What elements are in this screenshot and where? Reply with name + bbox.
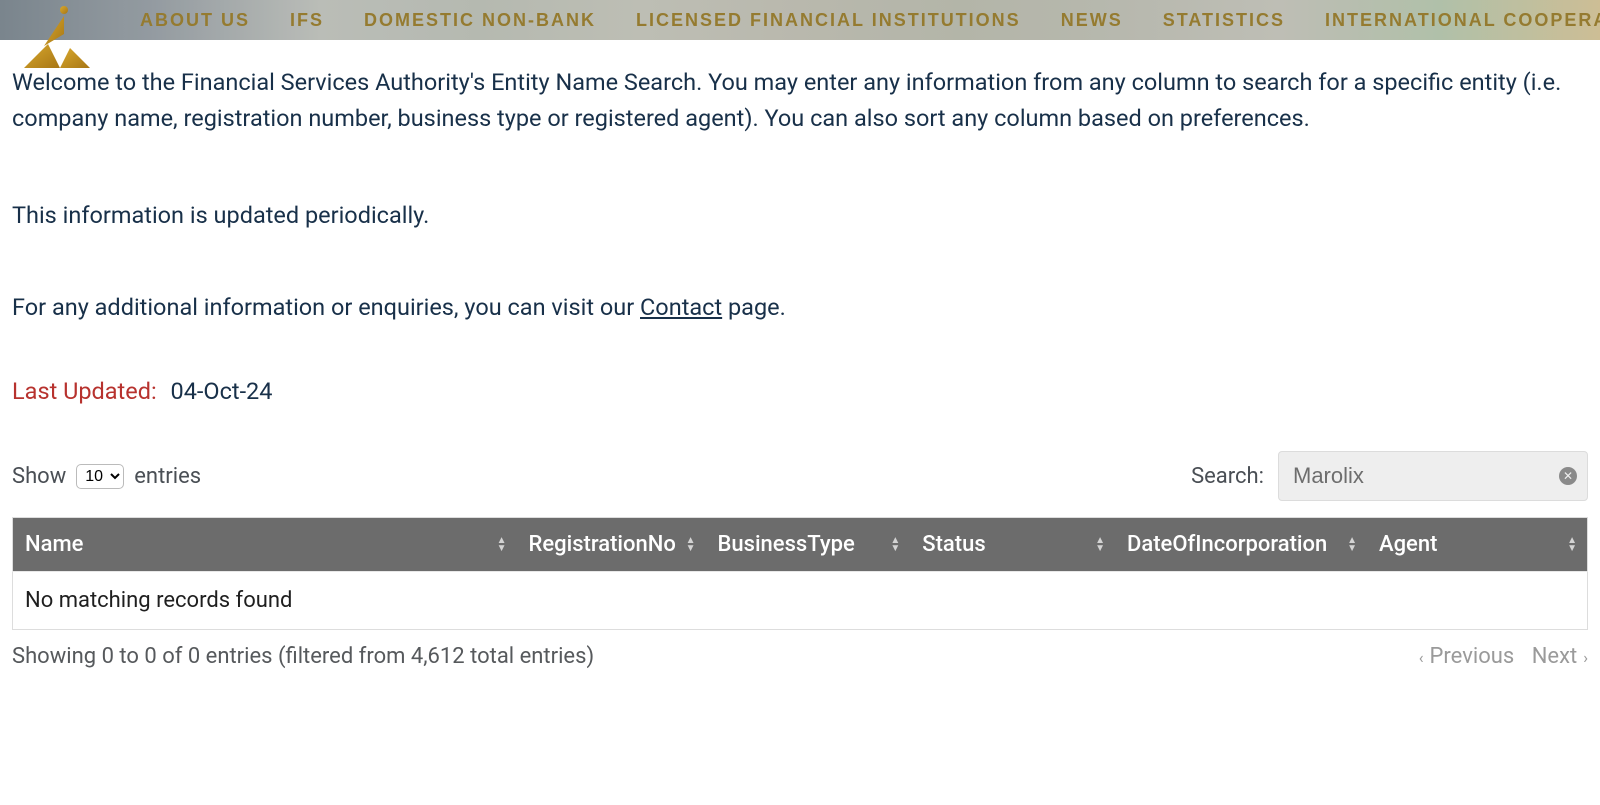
page-content: Welcome to the Financial Services Author… [0, 40, 1600, 669]
search-label: Search: [1191, 464, 1264, 489]
contact-prefix: For any additional information or enquir… [12, 293, 640, 321]
col-businesstype-label: BusinessType [718, 532, 855, 557]
nav-news[interactable]: NEWS [1061, 10, 1123, 31]
col-dateofincorporation[interactable]: DateOfIncorporation ▲▼ [1115, 518, 1367, 572]
col-registrationno[interactable]: RegistrationNo ▲▼ [517, 518, 706, 572]
col-status[interactable]: Status ▲▼ [910, 518, 1115, 572]
search-control: Search: ✕ [1191, 451, 1588, 501]
length-show-label: Show [12, 464, 66, 489]
col-registrationno-label: RegistrationNo [529, 532, 676, 557]
contact-suffix: page. [722, 293, 786, 321]
main-nav: ABOUT US IFS DOMESTIC NON-BANK LICENSED … [140, 10, 1600, 31]
col-agent[interactable]: Agent ▲▼ [1367, 518, 1588, 572]
contact-paragraph: For any additional information or enquir… [12, 293, 1588, 321]
col-status-label: Status [922, 532, 985, 557]
nav-domestic-non-bank[interactable]: DOMESTIC NON-BANK [364, 10, 596, 31]
last-updated: Last Updated: 04-Oct-24 [12, 377, 1588, 405]
table-empty-row: No matching records found [13, 572, 1588, 630]
chevron-right-icon: › [1583, 648, 1588, 667]
sort-icon: ▲▼ [1347, 537, 1357, 553]
chevron-left-icon: ‹ [1419, 648, 1424, 667]
site-logo-icon[interactable] [14, 4, 92, 70]
sort-icon: ▲▼ [1567, 537, 1577, 553]
col-name-label: Name [25, 532, 83, 557]
contact-link[interactable]: Contact [640, 293, 722, 321]
paginate-next[interactable]: Next [1532, 644, 1577, 669]
datatable-controls: Show 10 entries Search: ✕ [12, 451, 1588, 517]
top-nav-bar: ABOUT US IFS DOMESTIC NON-BANK LICENSED … [0, 0, 1600, 40]
length-control: Show 10 entries [12, 464, 201, 489]
datatable-footer: Showing 0 to 0 of 0 entries (filtered fr… [12, 630, 1588, 669]
results-table: Name ▲▼ RegistrationNo ▲▼ BusinessType ▲… [12, 517, 1588, 630]
sort-icon: ▲▼ [497, 537, 507, 553]
clear-search-icon[interactable]: ✕ [1559, 467, 1577, 485]
sort-icon: ▲▼ [1095, 537, 1105, 553]
sort-icon: ▲▼ [890, 537, 900, 553]
col-businesstype[interactable]: BusinessType ▲▼ [706, 518, 911, 572]
table-empty-message: No matching records found [13, 572, 1588, 630]
intro-text: Welcome to the Financial Services Author… [12, 64, 1588, 233]
last-updated-value: 04-Oct-24 [171, 377, 273, 405]
intro-paragraph-1: Welcome to the Financial Services Author… [12, 64, 1588, 137]
search-input[interactable] [1293, 463, 1551, 489]
datatable-info: Showing 0 to 0 of 0 entries (filtered fr… [12, 644, 594, 669]
nav-international-cooperation[interactable]: INTERNATIONAL COOPERATION [1325, 10, 1600, 31]
nav-ifs[interactable]: IFS [290, 10, 324, 31]
nav-about-us[interactable]: ABOUT US [140, 10, 250, 31]
search-box: ✕ [1278, 451, 1588, 501]
sort-icon: ▲▼ [686, 537, 696, 553]
paginate-previous[interactable]: Previous [1430, 644, 1515, 669]
col-name[interactable]: Name ▲▼ [13, 518, 517, 572]
last-updated-label: Last Updated: [12, 377, 157, 405]
nav-licensed-financial-institutions[interactable]: LICENSED FINANCIAL INSTITUTIONS [636, 10, 1021, 31]
col-agent-label: Agent [1379, 532, 1437, 557]
nav-statistics[interactable]: STATISTICS [1163, 10, 1285, 31]
length-select[interactable]: 10 [76, 464, 124, 489]
length-entries-label: entries [134, 464, 201, 489]
pagination: ‹ Previous Next › [1419, 644, 1588, 669]
intro-paragraph-2: This information is updated periodically… [12, 197, 1588, 233]
col-dateofincorporation-label: DateOfIncorporation [1127, 532, 1327, 557]
